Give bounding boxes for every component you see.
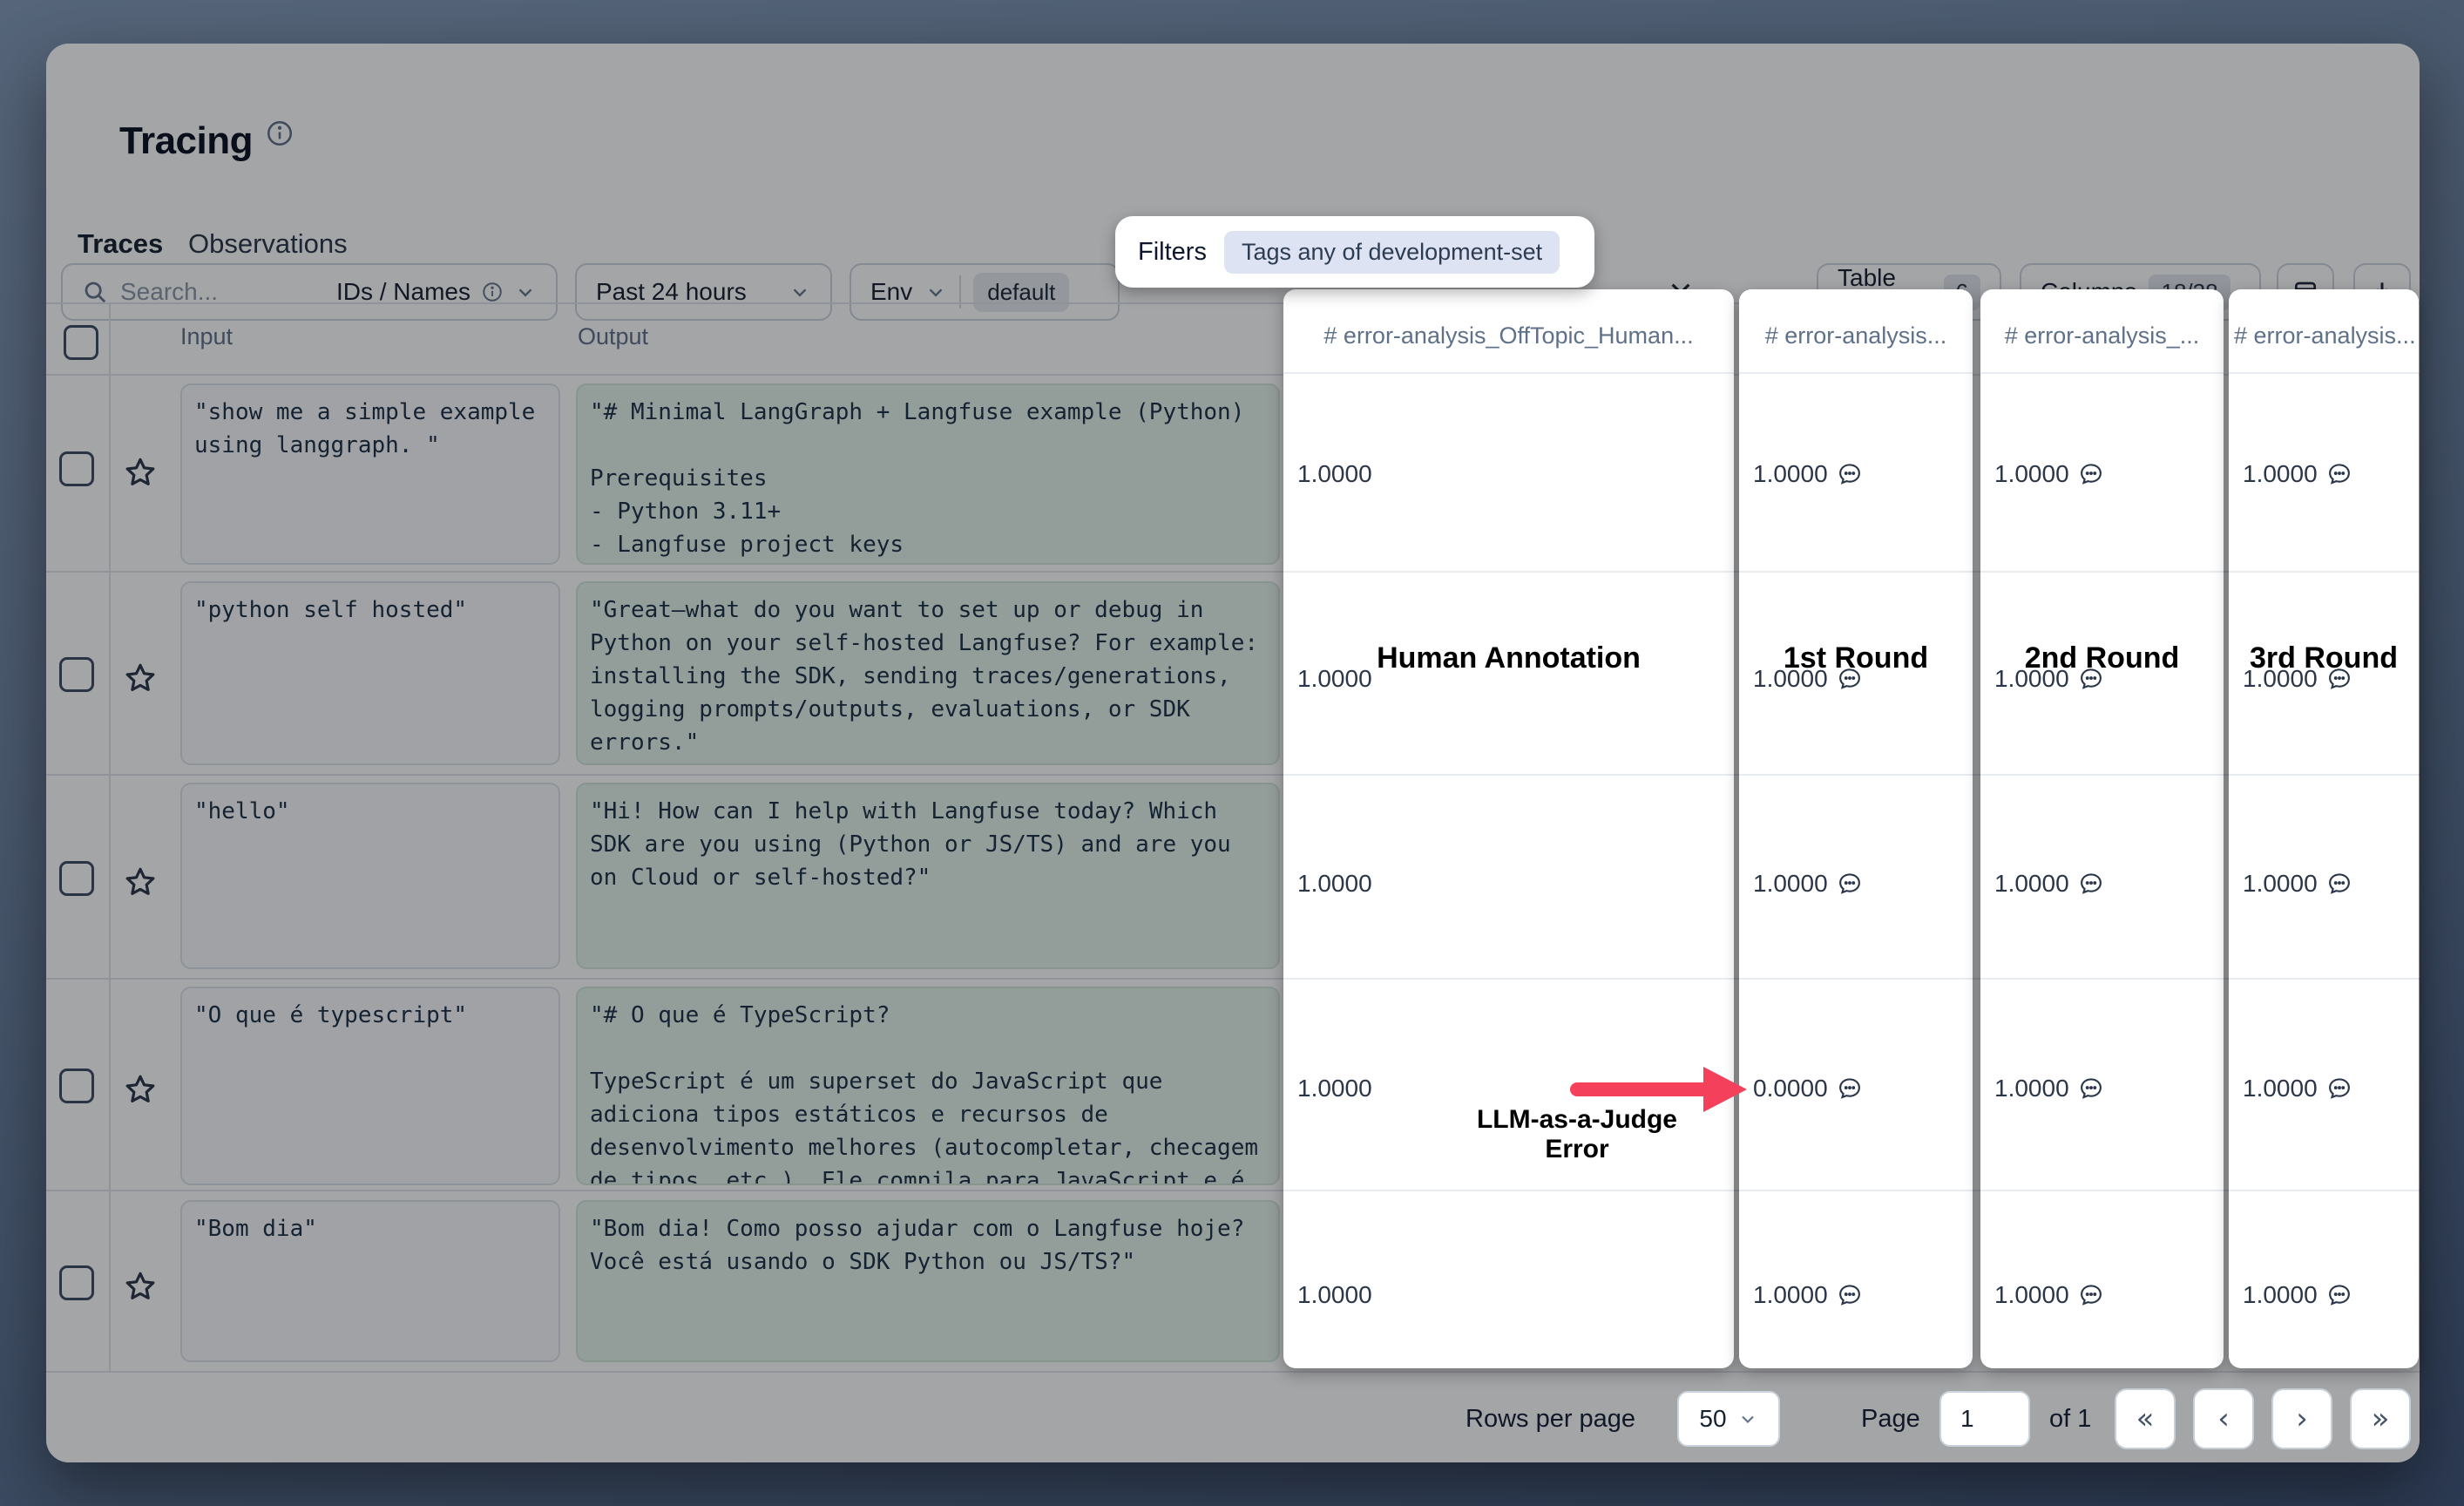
score-value: 1.0000: [1980, 665, 2104, 693]
score-value: 1.0000: [1739, 1281, 1863, 1309]
comment-icon[interactable]: [2326, 871, 2352, 897]
page-count-label: of 1: [2049, 1405, 2091, 1434]
score-value: 1.0000: [1739, 665, 1863, 693]
error-arrow-label: LLM-as-a-Judge Error: [1446, 1105, 1708, 1164]
score-value: 1.0000: [1283, 665, 1372, 693]
comment-icon[interactable]: [1837, 1282, 1863, 1308]
score-value: 1.0000: [1980, 460, 2104, 488]
score-value: 1.0000: [1283, 460, 1372, 488]
rows-per-page-label: Rows per page: [1466, 1405, 1635, 1434]
score-value: 0.0000: [1739, 1075, 1863, 1102]
comment-icon[interactable]: [2326, 1282, 2352, 1308]
first-page-button[interactable]: «: [2115, 1388, 2176, 1449]
comment-icon[interactable]: [2078, 1075, 2104, 1102]
page-label: Page: [1861, 1405, 1920, 1434]
score-value: 1.0000: [1739, 460, 1863, 488]
score-column-id[interactable]: # error-analysis...: [1739, 322, 1973, 349]
comment-icon[interactable]: [2326, 1075, 2352, 1102]
score-value: 1.0000: [2229, 1281, 2352, 1309]
score-value: 1.0000: [1283, 1281, 1372, 1309]
previous-page-button[interactable]: ‹: [2193, 1388, 2254, 1449]
comment-icon[interactable]: [1837, 871, 1863, 897]
rows-per-page-select[interactable]: 50: [1677, 1391, 1780, 1447]
comment-icon[interactable]: [2078, 1282, 2104, 1308]
score-value: 1.0000: [1739, 870, 1863, 898]
comment-icon[interactable]: [2326, 666, 2352, 692]
score-value: 1.0000: [1980, 1075, 2104, 1102]
comment-icon[interactable]: [1837, 461, 1863, 487]
page-number-input[interactable]: 1: [1939, 1391, 2030, 1447]
comment-icon[interactable]: [2326, 461, 2352, 487]
last-page-button[interactable]: »: [2350, 1388, 2411, 1449]
score-column-human-annotation: # error-analysis_OffTopic_Human... Human…: [1283, 289, 1734, 1368]
comment-icon[interactable]: [1837, 666, 1863, 692]
score-column-id[interactable]: # error-analysis_...: [1980, 322, 2224, 349]
filter-chip[interactable]: Tags any of development-set: [1224, 231, 1560, 274]
comment-icon[interactable]: [2078, 871, 2104, 897]
score-value: 1.0000: [2229, 665, 2352, 693]
filters-control[interactable]: Filters Tags any of development-set: [1115, 216, 1594, 288]
comment-icon[interactable]: [2078, 666, 2104, 692]
score-column-3rd-round: # error-analysis... 3rd Round 1.0000 1.0…: [2229, 289, 2419, 1368]
score-column-1st-round: # error-analysis... 1st Round 1.0000 1.0…: [1739, 289, 1973, 1368]
chevron-down-icon: [1737, 1408, 1758, 1429]
score-column-2nd-round: # error-analysis_... 2nd Round 1.0000 1.…: [1980, 289, 2224, 1368]
score-column-id[interactable]: # error-analysis_OffTopic_Human...: [1283, 322, 1734, 349]
score-value: 1.0000: [1980, 1281, 2104, 1309]
comment-icon[interactable]: [1837, 1075, 1863, 1102]
next-page-button[interactable]: ›: [2271, 1388, 2332, 1449]
filters-label: Filters: [1138, 238, 1207, 267]
score-value: 1.0000: [2229, 1075, 2352, 1102]
score-value: 1.0000: [1283, 870, 1372, 898]
score-value: 1.0000: [1283, 1075, 1372, 1102]
comment-icon[interactable]: [2078, 461, 2104, 487]
score-value: 1.0000: [2229, 460, 2352, 488]
screen: Tracing Traces Observations Search... ID…: [0, 0, 2464, 1506]
score-column-id[interactable]: # error-analysis...: [2229, 322, 2419, 349]
score-value: 1.0000: [2229, 870, 2352, 898]
score-value: 1.0000: [1980, 870, 2104, 898]
